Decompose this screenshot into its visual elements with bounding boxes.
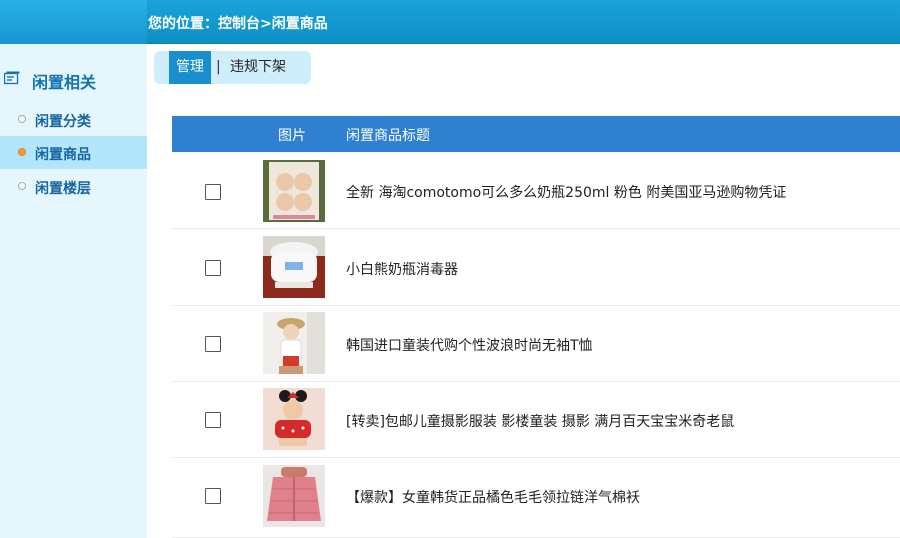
- product-title[interactable]: 全新 海淘comotomo可么多么奶瓶250ml 粉色 附美国亚马逊购物凭证: [346, 182, 786, 202]
- tab-manage[interactable]: 管理: [169, 51, 211, 84]
- window-icon: [4, 71, 20, 85]
- product-title[interactable]: 【爆款】女童韩货正品橘色毛毛领拉链洋气棉袄: [346, 487, 640, 507]
- column-header-title: 闲置商品标题: [346, 128, 430, 144]
- child-in-hat-image: [263, 312, 325, 374]
- product-title[interactable]: 韩国进口童装代购个性波浪时尚无袖T恤: [346, 335, 593, 355]
- table-row[interactable]: [转卖]包邮儿童摄影服装 影楼童装 摄影 满月百天宝宝米奇老鼠: [172, 382, 900, 458]
- sidebar-item-idle-floor[interactable]: 闲置楼层: [0, 170, 147, 203]
- row-checkbox[interactable]: [205, 336, 221, 352]
- sidebar-header: 闲置相关: [0, 66, 147, 96]
- table-row[interactable]: 全新 海淘comotomo可么多么奶瓶250ml 粉色 附美国亚马逊购物凭证: [172, 153, 900, 229]
- product-thumbnail: [263, 465, 325, 527]
- product-thumbnail: [263, 160, 325, 222]
- tab-violation-offshelf[interactable]: 违规下架: [230, 51, 286, 84]
- sidebar-item-label: 闲置分类: [35, 114, 91, 130]
- product-thumbnail: [263, 312, 325, 374]
- product-thumbnail: [263, 236, 325, 298]
- table-row[interactable]: 小白熊奶瓶消毒器: [172, 230, 900, 306]
- product-title[interactable]: [转卖]包邮儿童摄影服装 影楼童装 摄影 满月百天宝宝米奇老鼠: [346, 411, 734, 431]
- row-checkbox[interactable]: [205, 260, 221, 276]
- sidebar-item-idle-goods[interactable]: 闲置商品: [0, 136, 147, 169]
- sidebar-item-label: 闲置商品: [35, 147, 91, 163]
- breadcrumb: 您的位置：控制台>闲置商品: [148, 16, 328, 32]
- bullet-icon: [18, 115, 26, 123]
- sidebar: 闲置相关 闲置分类 闲置商品 闲置楼层: [0, 44, 147, 538]
- bottle-sterilizer-image: [263, 236, 325, 298]
- product-title[interactable]: 小白熊奶瓶消毒器: [346, 259, 458, 279]
- top-bar-logo-area: [0, 0, 147, 44]
- table-row[interactable]: 韩国进口童装代购个性波浪时尚无袖T恤: [172, 306, 900, 382]
- table-header: 图片 闲置商品标题: [172, 116, 900, 152]
- row-checkbox[interactable]: [205, 412, 221, 428]
- table-row[interactable]: 【爆款】女童韩货正品橘色毛毛领拉链洋气棉袄: [172, 458, 900, 538]
- tab-separator: |: [216, 59, 221, 75]
- sidebar-title: 闲置相关: [32, 73, 97, 92]
- product-thumbnail: [263, 388, 325, 450]
- top-bar: 您的位置：控制台>闲置商品: [0, 0, 900, 44]
- tab-bar: 管理 | 违规下架: [154, 51, 311, 84]
- column-header-image: 图片: [278, 128, 306, 144]
- sidebar-item-idle-category[interactable]: 闲置分类: [0, 103, 147, 136]
- row-checkbox[interactable]: [205, 488, 221, 504]
- pink-padded-jacket-image: [263, 465, 325, 527]
- bullet-icon: [18, 148, 26, 156]
- baby-bottle-box-image: [263, 160, 325, 222]
- row-checkbox[interactable]: [205, 184, 221, 200]
- sidebar-item-label: 闲置楼层: [35, 181, 91, 197]
- bullet-icon: [18, 182, 26, 190]
- baby-minnie-costume-image: [263, 388, 325, 450]
